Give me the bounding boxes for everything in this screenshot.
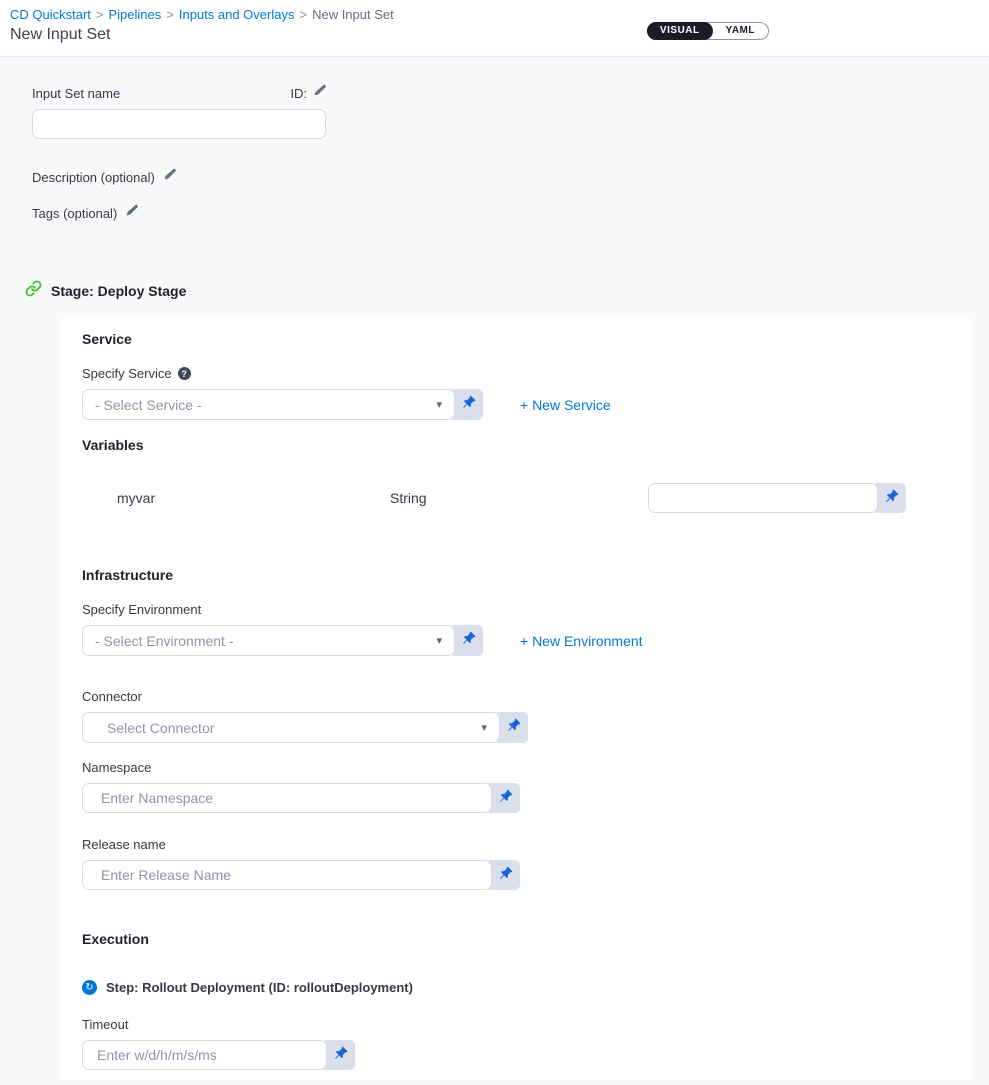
breadcrumb-link-pipelines[interactable]: Pipelines [109, 7, 162, 22]
breadcrumb: CD Quickstart > Pipelines > Inputs and Overl… [10, 7, 989, 22]
variable-value-input[interactable] [648, 483, 878, 513]
variable-type: String [390, 490, 648, 506]
variable-name: myvar [117, 490, 390, 506]
variable-row: myvar String [82, 483, 950, 513]
rollout-step-icon: ↻ [82, 980, 97, 995]
breadcrumb-link-cd-quickstart[interactable]: CD Quickstart [10, 7, 91, 22]
specify-service-label: Specify Service [82, 366, 172, 381]
connector-select-value: Select Connector [107, 720, 214, 736]
help-icon[interactable]: ? [178, 367, 191, 380]
description-label: Description (optional) [32, 170, 155, 185]
pin-icon [507, 718, 521, 737]
new-service-link[interactable]: + New Service [520, 397, 611, 413]
release-name-input[interactable] [82, 860, 492, 890]
input-set-name-label: Input Set name [32, 86, 120, 101]
release-name-label: Release name [82, 837, 950, 852]
chevron-down-icon: ▾ [436, 634, 442, 647]
edit-description-icon[interactable] [163, 168, 176, 186]
new-environment-link[interactable]: + New Environment [520, 633, 643, 649]
pin-icon [334, 1046, 348, 1065]
id-label: ID: [290, 86, 307, 101]
connector-label: Connector [82, 689, 950, 704]
page-header: CD Quickstart > Pipelines > Inputs and Overl… [0, 0, 989, 57]
service-section-heading: Service [82, 331, 950, 347]
step-title: Step: Rollout Deployment (ID: rolloutDep… [106, 980, 413, 995]
pin-icon [499, 866, 513, 885]
breadcrumb-current: New Input Set [312, 7, 394, 22]
stage-card: Service Specify Service ? - Select Servi… [60, 319, 972, 1080]
link-icon [25, 280, 42, 302]
execution-heading: Execution [82, 931, 950, 947]
pin-icon [462, 395, 476, 414]
timeout-input[interactable] [82, 1040, 327, 1070]
stage-title: Stage: Deploy Stage [51, 283, 186, 299]
step-header: ↻ Step: Rollout Deployment (ID: rolloutD… [82, 980, 950, 995]
page-title: New Input Set [10, 26, 989, 44]
chevron-down-icon: ▾ [436, 398, 442, 411]
breadcrumb-separator: > [299, 7, 307, 22]
input-set-form: Input Set name ID: Description (optional… [0, 84, 989, 222]
environment-select-value: - Select Environment - [95, 633, 234, 649]
breadcrumb-link-inputs-and-overlays[interactable]: Inputs and Overlays [179, 7, 295, 22]
service-select-value: - Select Service - [95, 397, 202, 413]
tags-label: Tags (optional) [32, 206, 117, 221]
pin-icon [462, 631, 476, 650]
specify-environment-label: Specify Environment [82, 602, 201, 617]
breadcrumb-separator: > [96, 7, 104, 22]
environment-select[interactable]: - Select Environment - ▾ [82, 625, 455, 656]
namespace-label: Namespace [82, 760, 950, 775]
timeout-label: Timeout [82, 1017, 950, 1032]
toggle-yaml[interactable]: YAML [713, 22, 768, 40]
variables-heading: Variables [82, 437, 950, 453]
connector-select[interactable]: Select Connector ▾ [82, 712, 500, 743]
new-input-set-page: CD Quickstart > Pipelines > Inputs and Overl… [0, 0, 989, 1085]
namespace-input[interactable] [82, 783, 492, 813]
chevron-down-icon: ▾ [481, 721, 487, 734]
pin-icon [885, 489, 899, 508]
stage-header: Stage: Deploy Stage [25, 280, 989, 302]
edit-id-icon[interactable] [313, 84, 326, 102]
toggle-visual[interactable]: VISUAL [647, 22, 713, 40]
pin-icon [499, 789, 513, 808]
input-set-name-input[interactable] [32, 109, 326, 139]
infrastructure-heading: Infrastructure [82, 567, 950, 583]
breadcrumb-separator: > [166, 7, 174, 22]
visual-yaml-toggle[interactable]: VISUAL YAML [647, 22, 769, 40]
service-select[interactable]: - Select Service - ▾ [82, 389, 455, 420]
edit-tags-icon[interactable] [125, 204, 138, 222]
